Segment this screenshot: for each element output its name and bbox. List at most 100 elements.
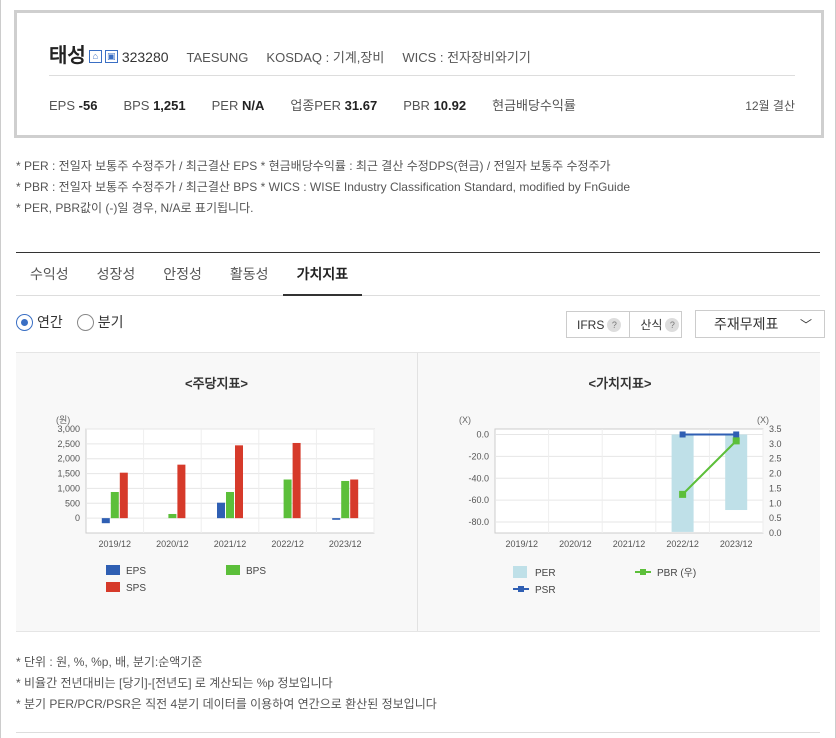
- indicator-tabs: 수익성 성장성 안정성 활동성 가치지표: [16, 253, 820, 296]
- settlement-month: 12월 결산: [745, 99, 795, 113]
- y-tick-label: -40.0: [468, 473, 489, 483]
- value-chart-panel: <가치지표> (X) (X) 0.0 -20.0 -40.0 -60.0 -80.0 3.5 3…: [419, 353, 821, 631]
- formula-label: 산식: [640, 318, 663, 332]
- chevron-down-icon: ﹀: [799, 317, 812, 332]
- x-tick-label: 2021/12: [214, 539, 247, 549]
- home-icon[interactable]: ⌂: [88, 50, 102, 63]
- radio-annual-circle[interactable]: [16, 313, 33, 331]
- x-tick-label: 2019/12: [506, 539, 539, 549]
- y-tick-label: 1,500: [57, 469, 80, 479]
- y2-tick-label: 0.5: [769, 513, 782, 523]
- y2-tick-label: 3.5: [769, 424, 782, 434]
- tab-growth[interactable]: 성장성: [83, 253, 150, 296]
- company-eng-name: TAESUNG: [186, 50, 249, 65]
- y-tick-label: -80.0: [468, 517, 489, 527]
- radio-annual-label: 연간: [37, 314, 63, 330]
- ifrs-help-icon[interactable]: ?: [607, 317, 622, 332]
- market-sector: KOSDAQ : 기계,장비: [266, 50, 385, 65]
- legend-label: EPS: [126, 566, 146, 577]
- y-tick-label: 0: [75, 513, 80, 523]
- legend-label: BPS: [246, 566, 266, 577]
- bar-sps: [177, 464, 186, 519]
- bar-per: [671, 434, 694, 532]
- legend-swatch: [106, 565, 120, 575]
- legend-swatch: [226, 565, 240, 575]
- building-icon[interactable]: ▣: [104, 50, 118, 63]
- charts-area: <주당지표> (원) 0 500 1,000 1,500 2,000 2,500 3,000 2…: [16, 352, 820, 632]
- bar-eps: [332, 518, 341, 520]
- legend-label: PSR: [535, 585, 556, 596]
- point-psr: [733, 431, 740, 438]
- radio-quarterly-label: 분기: [97, 314, 124, 330]
- y-tick-label: 2,000: [57, 454, 80, 464]
- period-options: 연간 분기: [16, 312, 138, 332]
- bar-bps: [226, 491, 234, 519]
- value-chart: (X) (X) 0.0 -20.0 -40.0 -60.0 -80.0 3.5 3.0 2.5 2.…: [459, 415, 782, 596]
- y2-tick-label: 0.0: [769, 528, 782, 538]
- bar-sps: [119, 472, 128, 519]
- x-tick-label: 2019/12: [99, 539, 132, 549]
- chart-title: <가치지표>: [588, 376, 652, 391]
- y-tick-label: 500: [65, 498, 80, 508]
- legend-label: SPS: [126, 583, 146, 594]
- tab-profitability[interactable]: 수익성: [16, 253, 83, 296]
- footnote-line: * 비율간 전년대비는 [당기]-[전년도] 로 계산되는 %p 정보입니다: [16, 676, 333, 690]
- statement-select[interactable]: 주재무제표 ﹀: [695, 310, 825, 338]
- legend-marker: [640, 569, 646, 575]
- x-tick-label: 2020/12: [559, 539, 592, 549]
- bar-bps: [283, 479, 292, 519]
- y2-tick-label: 3.0: [769, 439, 782, 449]
- left-axis-unit: (X): [459, 415, 471, 425]
- bar-sps: [235, 445, 243, 519]
- divider: [49, 75, 795, 76]
- x-tick-label: 2020/12: [156, 539, 189, 549]
- bar-per: [725, 434, 748, 511]
- bar-sps: [292, 442, 301, 519]
- note-line: * PER, PBR값이 (-)일 경우, N/A로 표기됩니다.: [16, 201, 254, 215]
- legend-label: PBR (우): [657, 567, 696, 579]
- bar-bps: [341, 480, 350, 519]
- company-title-row: 태성 ⌂ ▣ 323280 TAESUNG KOSDAQ : 기계,장비 WIC…: [49, 39, 531, 68]
- bar-bps: [168, 513, 177, 519]
- summary-metrics: EPS -56 BPS 1,251 PER N/A 업종PER 31.67 PB…: [49, 95, 795, 114]
- point-pbr: [679, 490, 687, 498]
- wics-sector: WICS : 전자장비와기기: [402, 50, 531, 65]
- y-tick-label: 0.0: [476, 429, 489, 439]
- formula-help-icon[interactable]: ?: [665, 317, 680, 332]
- note-line: * PER : 전일자 보통주 수정주가 / 최근결산 EPS * 현금배당수익…: [16, 159, 611, 173]
- y-tick-label: -20.0: [468, 451, 489, 461]
- y-tick-label: 3,000: [57, 424, 80, 434]
- y2-tick-label: 1.0: [769, 498, 782, 508]
- radio-annual[interactable]: 연간: [16, 312, 63, 332]
- definition-notes: * PER : 전일자 보통주 수정주가 / 최근결산 EPS * 현금배당수익…: [16, 156, 630, 219]
- y-tick-label: 1,000: [57, 483, 80, 493]
- metric-pbr: PBR 10.92: [403, 98, 467, 113]
- right-axis-unit: (X): [757, 415, 769, 425]
- plot-area: [494, 428, 764, 534]
- legend-swatch: [106, 582, 120, 592]
- legend-label: PER: [535, 568, 556, 579]
- x-tick-label: 2023/12: [329, 539, 362, 549]
- bar-eps: [217, 502, 225, 519]
- point-psr: [679, 431, 686, 438]
- stock-code: 323280: [121, 49, 169, 65]
- bar-sps: [350, 479, 359, 519]
- legend-marker: [518, 586, 524, 592]
- y2-tick-label: 2.0: [769, 469, 782, 479]
- statement-select-value: 주재무제표: [714, 316, 779, 332]
- metric-per: PER N/A: [211, 98, 265, 113]
- radio-quarterly[interactable]: 분기: [76, 312, 124, 332]
- tab-activity[interactable]: 활동성: [216, 253, 283, 296]
- bar-eps: [101, 518, 110, 524]
- tab-value-indicators[interactable]: 가치지표: [282, 253, 363, 296]
- bar-bps: [110, 491, 119, 519]
- tab-stability[interactable]: 안정성: [149, 253, 216, 296]
- metric-industry-per: 업종PER 31.67: [290, 98, 378, 113]
- footnote-line: * 분기 PER/PCR/PSR은 직전 4분기 데이터를 이용하여 연간으로 …: [16, 697, 437, 711]
- x-tick-label: 2022/12: [666, 539, 699, 549]
- note-line: * PBR : 전일자 보통주 수정주가 / 최근결산 BPS * WICS :…: [16, 180, 631, 194]
- company-name: 태성: [49, 45, 86, 67]
- point-pbr: [732, 437, 740, 445]
- radio-quarterly-circle[interactable]: [76, 313, 94, 331]
- y2-tick-label: 2.5: [769, 454, 782, 464]
